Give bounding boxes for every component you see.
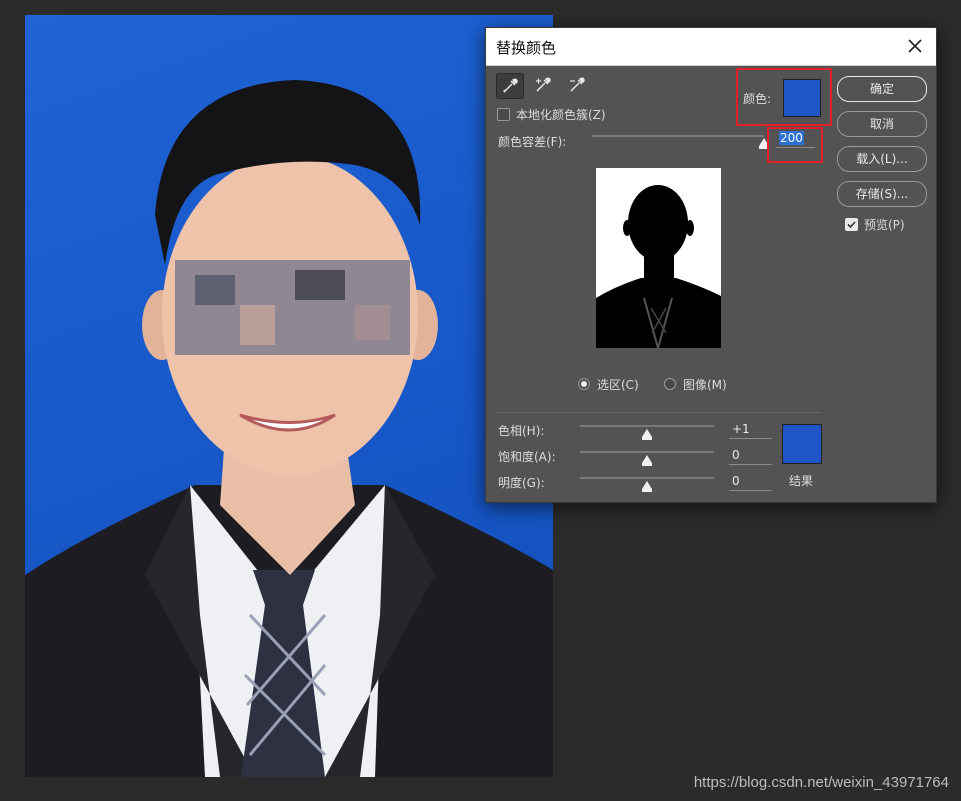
saturation-slider-track[interactable] bbox=[580, 451, 714, 453]
localized-clusters-label: 本地化颜色簇(Z) bbox=[516, 108, 606, 122]
preview-label: 预览(P) bbox=[864, 218, 905, 232]
lightness-slider-track[interactable] bbox=[580, 477, 714, 479]
save-button[interactable]: 存储(S)... bbox=[837, 181, 927, 207]
cancel-button[interactable]: 取消 bbox=[837, 111, 927, 137]
dialog-titlebar[interactable]: 替换颜色 bbox=[486, 28, 936, 66]
replace-color-dialog: 替换颜色 本地化颜色簇(Z) 颜色: 颜色容差(F): 200 选区(C) 图像… bbox=[485, 27, 937, 503]
background-photo bbox=[25, 15, 553, 777]
eyedropper-icon[interactable] bbox=[496, 73, 524, 99]
saturation-label: 饱和度(A): bbox=[498, 450, 556, 464]
close-icon[interactable] bbox=[904, 35, 926, 57]
eyedropper-minus-icon[interactable] bbox=[564, 73, 590, 97]
saturation-slider-thumb[interactable] bbox=[642, 455, 652, 466]
hue-slider-track[interactable] bbox=[580, 425, 714, 427]
hue-label: 色相(H): bbox=[498, 424, 545, 438]
fuzziness-highlight-box bbox=[767, 127, 823, 163]
result-swatch bbox=[782, 424, 822, 464]
fuzziness-slider-track[interactable] bbox=[592, 135, 764, 137]
dialog-title: 替换颜色 bbox=[496, 39, 557, 57]
hue-input[interactable]: +1 bbox=[729, 421, 772, 439]
view-selection-radio[interactable] bbox=[578, 378, 590, 390]
lightness-label: 明度(G): bbox=[498, 476, 545, 490]
saturation-input[interactable]: 0 bbox=[729, 447, 772, 465]
color-highlight-box bbox=[736, 68, 832, 126]
preview-checkbox[interactable] bbox=[845, 218, 858, 231]
ok-button[interactable]: 确定 bbox=[837, 76, 927, 102]
load-button[interactable]: 载入(L)... bbox=[837, 146, 927, 172]
view-image-label: 图像(M) bbox=[683, 378, 727, 392]
localized-clusters-checkbox[interactable] bbox=[497, 108, 510, 121]
selection-preview-image bbox=[596, 168, 721, 348]
fuzziness-label: 颜色容差(F): bbox=[498, 135, 567, 149]
eyedropper-plus-icon[interactable] bbox=[530, 73, 556, 97]
result-label: 结果 bbox=[789, 474, 814, 488]
view-image-radio[interactable] bbox=[664, 378, 676, 390]
lightness-slider-thumb[interactable] bbox=[642, 481, 652, 492]
separator bbox=[496, 412, 821, 413]
hue-slider-thumb[interactable] bbox=[642, 429, 652, 440]
lightness-input[interactable]: 0 bbox=[729, 473, 772, 491]
watermark-text: https://blog.csdn.net/weixin_43971764 bbox=[693, 774, 949, 791]
view-selection-label: 选区(C) bbox=[597, 378, 639, 392]
